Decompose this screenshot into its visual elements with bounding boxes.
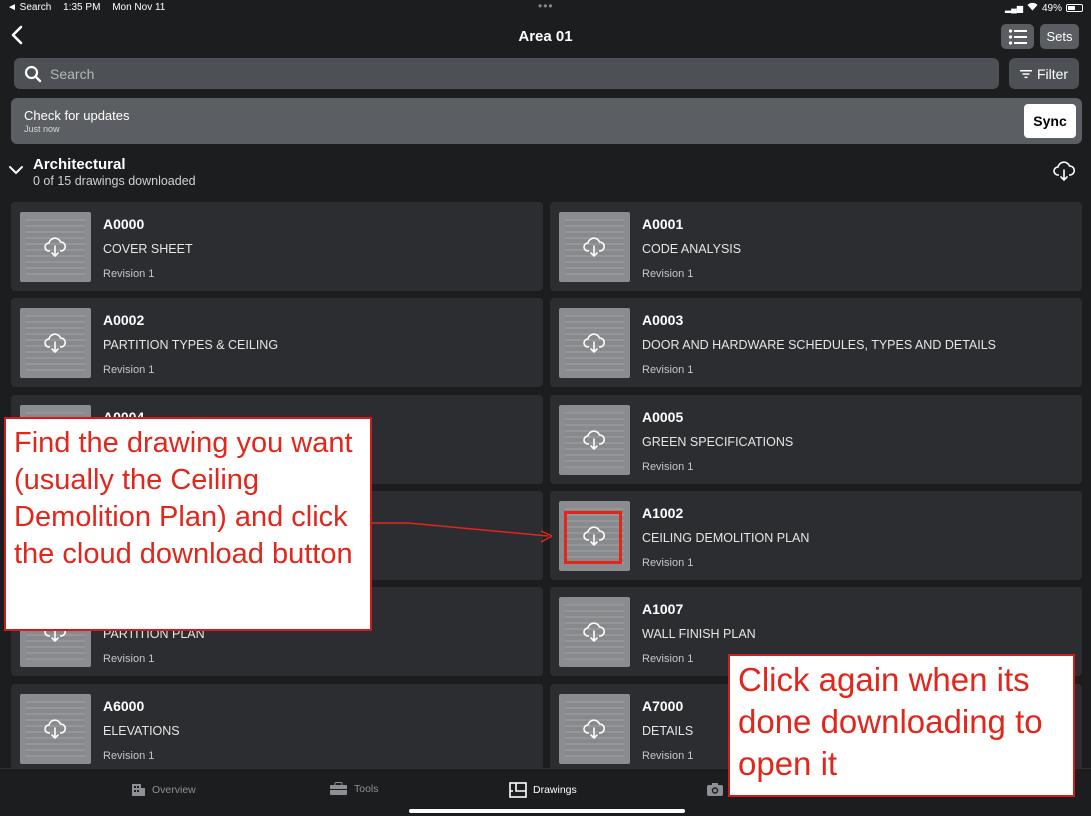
- drawing-code: A0005: [642, 408, 684, 425]
- building-icon: [132, 784, 145, 796]
- drawing-thumbnail[interactable]: [20, 693, 91, 764]
- cloud-download-icon[interactable]: [583, 236, 606, 258]
- drawing-name: COVER SHEET: [103, 242, 193, 256]
- signal-icon: ▂▄▆: [1005, 3, 1023, 13]
- drawing-card[interactable]: A1002 CEILING DEMOLITION PLAN Revision 1: [550, 490, 1082, 580]
- drawing-card[interactable]: A0002 PARTITION TYPES & CEILING Revision 1: [11, 298, 543, 388]
- drawing-name: CEILING DEMOLITION PLAN: [642, 530, 810, 545]
- sets-button[interactable]: Sets: [1040, 24, 1079, 49]
- camera-icon: [707, 783, 723, 796]
- drawing-revision: Revision 1: [103, 749, 155, 762]
- list-view-button[interactable]: [1001, 24, 1034, 49]
- tab-overview[interactable]: Overview: [131, 782, 196, 797]
- drawing-code: A0001: [642, 216, 684, 232]
- drawing-revision: Revision 1: [642, 749, 694, 762]
- wifi-icon: [1027, 2, 1038, 14]
- battery-percent: 49%: [1041, 2, 1062, 14]
- drawing-thumbnail[interactable]: [20, 212, 91, 282]
- cloud-download-highlight: [564, 511, 622, 564]
- multitasking-dots-icon[interactable]: •••: [538, 0, 554, 13]
- drawing-revision: Revision 1: [642, 460, 694, 473]
- home-indicator[interactable]: [409, 809, 685, 813]
- cloud-download-icon[interactable]: [44, 332, 67, 354]
- drawing-code: A1002: [642, 504, 684, 521]
- cloud-download-icon[interactable]: [44, 718, 67, 740]
- drawing-code: A0003: [642, 312, 684, 329]
- battery-icon: [1066, 4, 1083, 12]
- drawing-thumbnail[interactable]: [559, 404, 630, 475]
- nav-bar: Area 01 Sets: [0, 18, 1091, 56]
- drawing-card[interactable]: A6000 ELEVATIONS Revision 1: [11, 683, 543, 773]
- callout-find-drawing: Find the drawing you want (usually the C…: [4, 417, 372, 631]
- filter-label: Filter: [1036, 65, 1069, 82]
- section-header-architectural[interactable]: Architectural 0 of 15 drawings downloade…: [0, 150, 1091, 200]
- drawing-name: WALL FINISH PLAN: [642, 627, 756, 642]
- tab-camera[interactable]: [706, 782, 724, 797]
- last-checked-text: Just now: [24, 124, 60, 134]
- drawing-name: CODE ANALYSIS: [642, 242, 742, 256]
- back-to-app-link[interactable]: ◄ Search: [7, 2, 51, 13]
- drawing-name: GREEN SPECIFICATIONS: [642, 434, 794, 449]
- drawing-thumbnail[interactable]: [559, 597, 630, 668]
- drawing-name: DOOR AND HARDWARE SCHEDULES, TYPES AND D…: [642, 338, 997, 353]
- drawing-revision: Revision 1: [642, 268, 694, 280]
- drawing-code: A6000: [103, 697, 145, 714]
- drawing-code: A0000: [103, 216, 145, 232]
- status-date: Mon Nov 11: [112, 2, 166, 13]
- tab-drawings-label: Drawings: [533, 784, 577, 796]
- drawing-code: A1007: [642, 601, 684, 618]
- cloud-download-icon[interactable]: [583, 429, 606, 451]
- cloud-download-icon[interactable]: [44, 236, 67, 258]
- drawing-name: PARTITION TYPES & CEILING: [103, 338, 279, 353]
- drawing-card[interactable]: A0005 GREEN SPECIFICATIONS Revision 1: [550, 394, 1082, 484]
- drawing-revision: Revision 1: [103, 653, 155, 666]
- tab-tools[interactable]: Tools: [329, 782, 379, 796]
- drawing-thumbnail[interactable]: [559, 693, 630, 764]
- cloud-download-icon[interactable]: [583, 621, 606, 643]
- search-icon: [24, 65, 42, 82]
- check-updates-title: Check for updates: [24, 108, 130, 123]
- list-icon: [1008, 28, 1027, 45]
- search-placeholder: Search: [50, 65, 95, 82]
- status-bar: ◄ Search 1:35 PM Mon Nov 11 ••• ▂▄▆ 49%: [0, 0, 1091, 16]
- drawing-card[interactable]: A0001 CODE ANALYSIS Revision 1: [550, 202, 1082, 291]
- filter-button[interactable]: Filter: [1009, 58, 1079, 89]
- chevron-down-icon[interactable]: [8, 164, 24, 176]
- drawing-thumbnail[interactable]: [20, 308, 91, 379]
- page-title: Area 01: [518, 28, 573, 45]
- tab-overview-label: Overview: [152, 783, 196, 796]
- toolbox-icon: [330, 782, 347, 795]
- drawing-card[interactable]: A0000 COVER SHEET Revision 1: [11, 202, 543, 291]
- drawing-name: ELEVATIONS: [103, 723, 180, 738]
- drawing-card[interactable]: A0003 DOOR AND HARDWARE SCHEDULES, TYPES …: [550, 298, 1082, 388]
- drawing-thumbnail[interactable]: [559, 212, 630, 282]
- tab-tools-label: Tools: [354, 783, 379, 795]
- sync-button[interactable]: Sync: [1024, 104, 1076, 138]
- section-download-count: 0 of 15 drawings downloaded: [33, 174, 196, 188]
- section-title: Architectural: [33, 156, 126, 173]
- drawing-thumbnail[interactable]: [559, 308, 630, 379]
- drawing-revision: Revision 1: [642, 364, 694, 377]
- drawing-code: A0002: [103, 312, 145, 329]
- tab-drawings[interactable]: Drawings: [509, 782, 577, 798]
- cloud-download-icon[interactable]: [583, 332, 606, 354]
- filter-icon: [1019, 69, 1032, 78]
- callout-click-again: Click again when its done downloading to…: [728, 654, 1075, 797]
- drawing-revision: Revision 1: [642, 653, 694, 666]
- status-time: 1:35 PM: [63, 2, 101, 13]
- drawings-icon: [509, 782, 527, 798]
- drawing-name: DETAILS: [642, 723, 694, 738]
- cloud-download-all-icon[interactable]: [1053, 160, 1075, 182]
- drawing-revision: Revision 1: [103, 268, 155, 280]
- drawing-revision: Revision 1: [642, 556, 694, 569]
- check-updates-banner: Check for updates Just now Sync: [11, 98, 1082, 144]
- cloud-download-icon[interactable]: [583, 718, 606, 740]
- drawing-code: A7000: [642, 697, 684, 714]
- drawing-revision: Revision 1: [103, 364, 155, 377]
- search-input[interactable]: Search: [14, 58, 999, 89]
